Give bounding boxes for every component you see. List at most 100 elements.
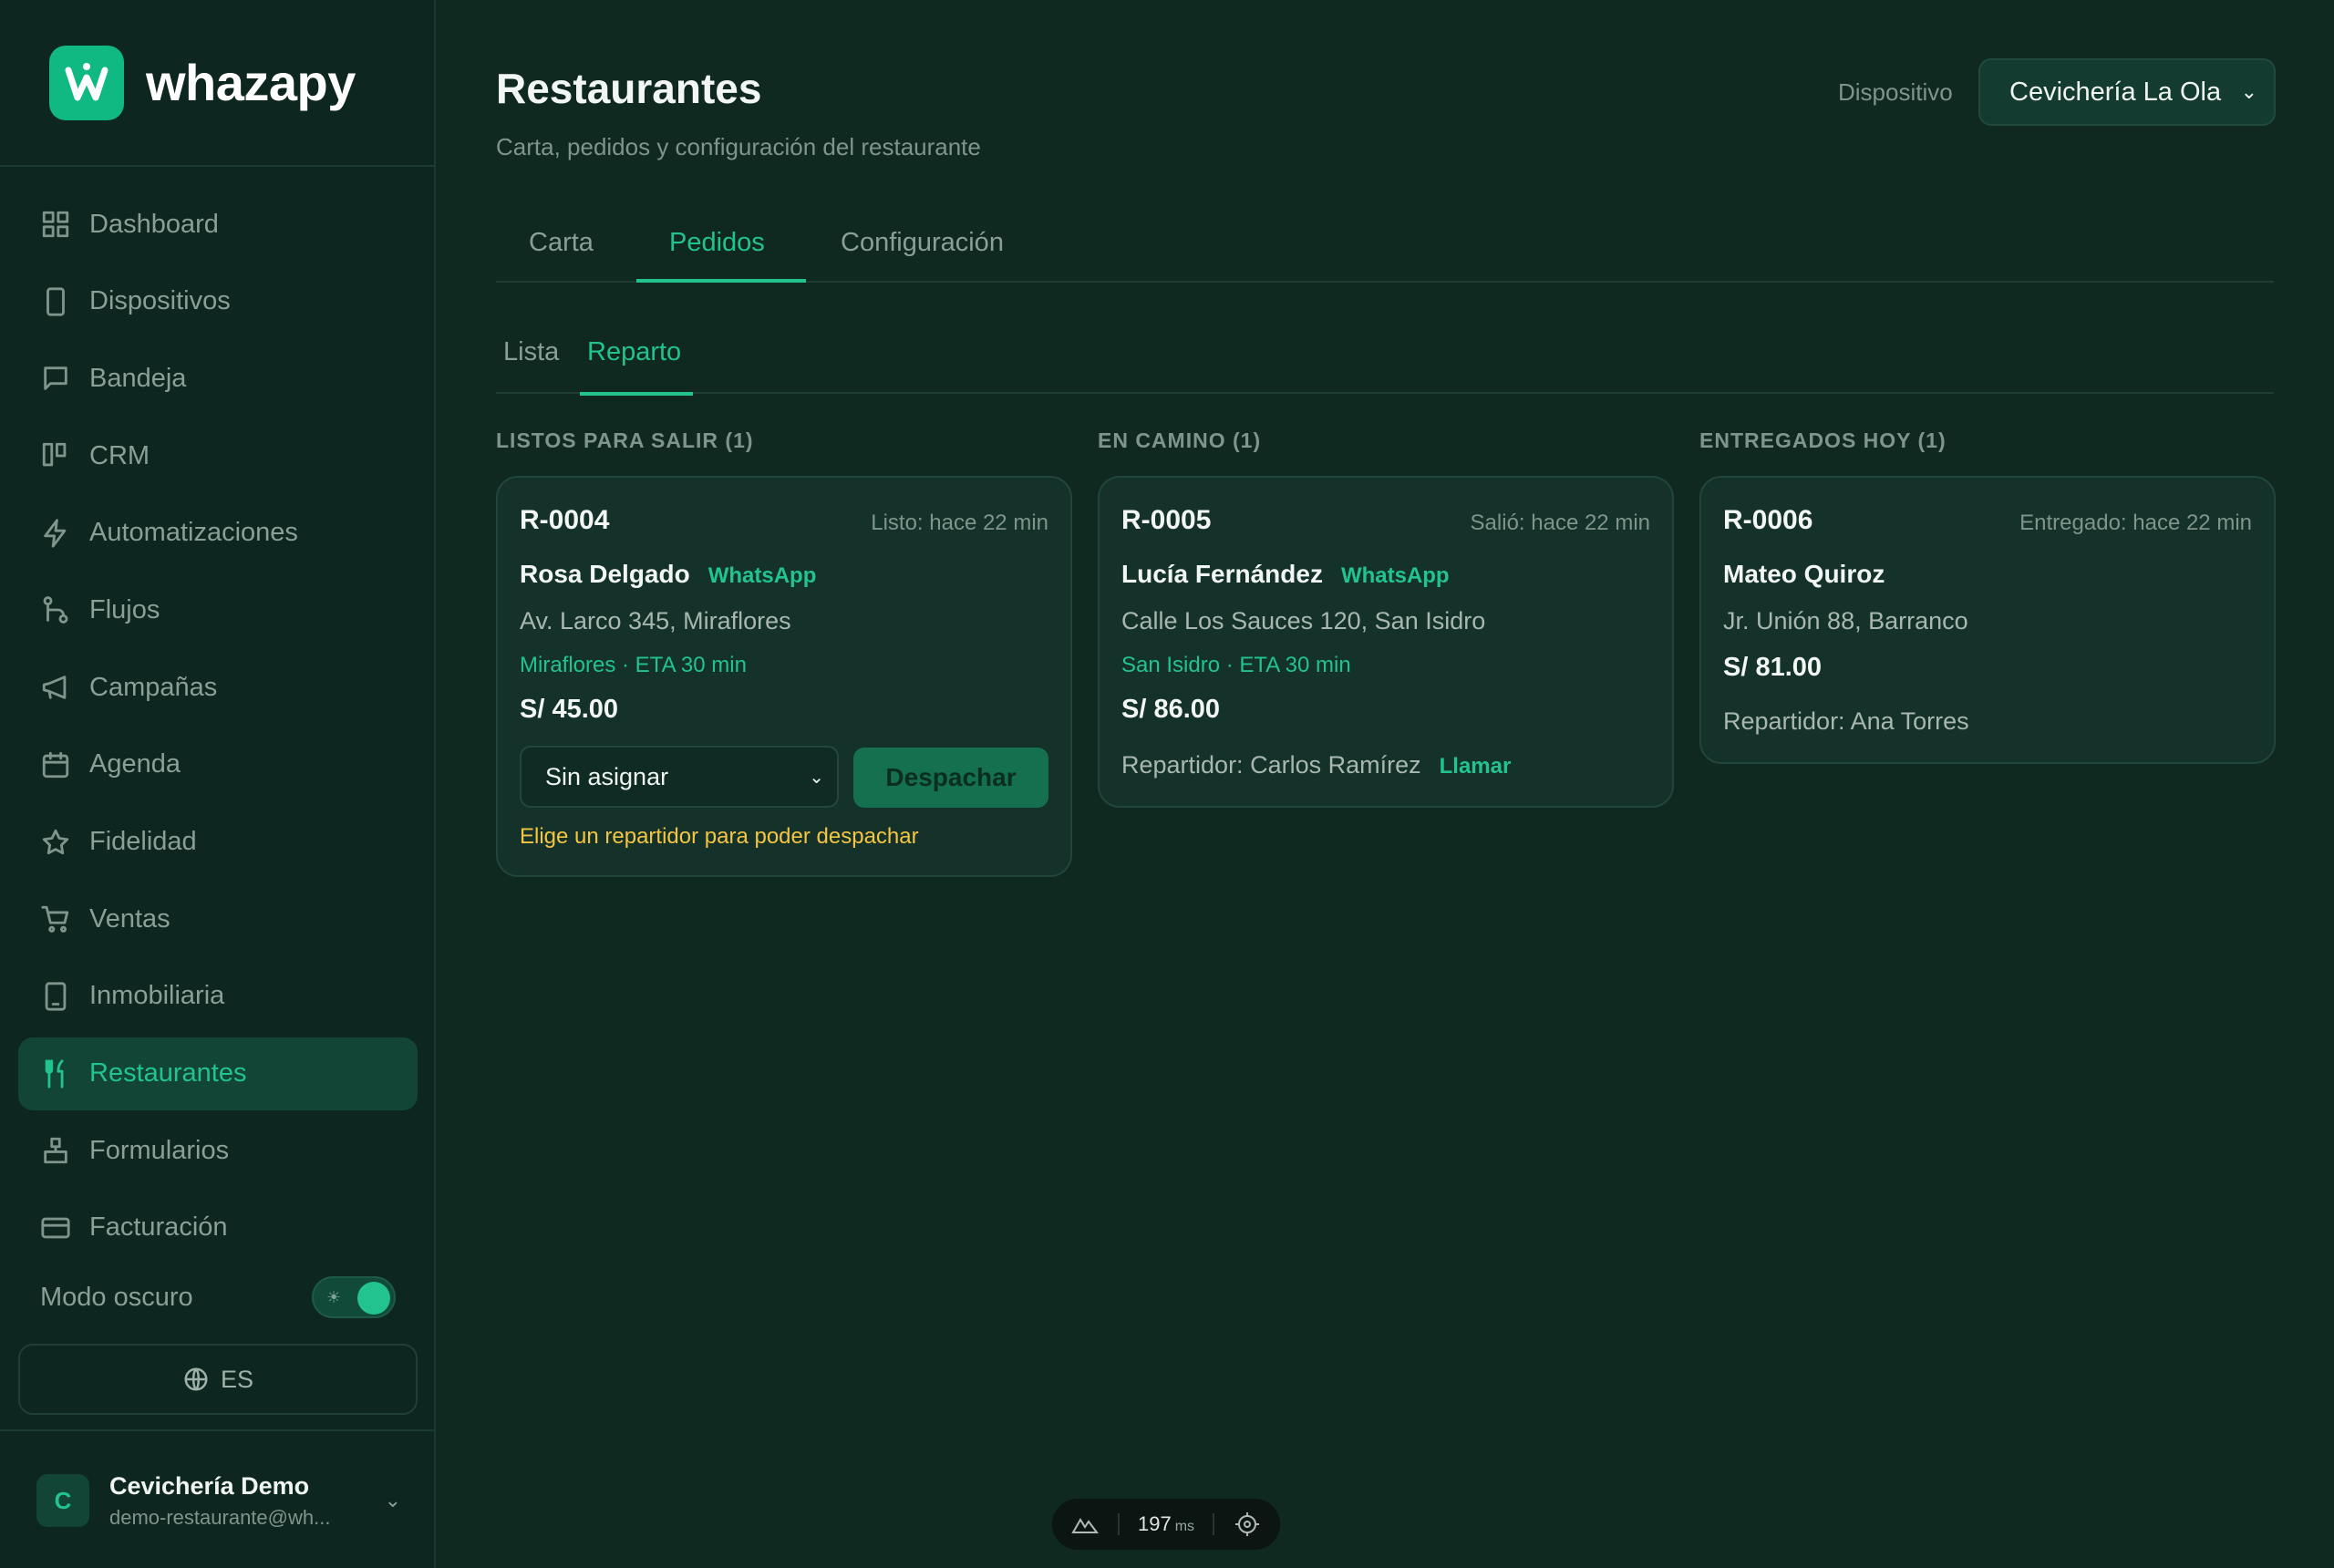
building-icon xyxy=(45,982,67,1011)
sidebar-item-inmobiliaria[interactable]: Inmobiliaria xyxy=(18,960,418,1033)
sidebar-item-formularios[interactable]: Formularios xyxy=(18,1114,418,1187)
order-card[interactable]: R-0005 Salió: hace 22 min Lucía Fernánde… xyxy=(1098,476,1674,808)
sidebar-item-label: Campañas xyxy=(89,672,218,702)
sidebar-item-dashboard[interactable]: Dashboard xyxy=(18,188,418,261)
language-button[interactable]: ES xyxy=(18,1344,418,1415)
sidebar-item-crm[interactable]: CRM xyxy=(18,419,418,492)
sidebar-item-agenda[interactable]: Agenda xyxy=(18,728,418,801)
active-subtab-indicator xyxy=(580,392,693,396)
sun-icon: ☀ xyxy=(326,1288,342,1306)
utensils-icon xyxy=(45,1058,64,1088)
order-total: S/ 81.00 xyxy=(1723,653,1823,682)
user-name: Cevichería Demo xyxy=(109,1471,310,1500)
tab-carta[interactable]: Carta xyxy=(529,228,594,258)
subtab-lista[interactable]: Lista xyxy=(503,337,559,367)
sidebar-item-label: Bandeja xyxy=(89,363,187,393)
customer-row: Lucía Fernández WhatsApp xyxy=(1121,560,1450,589)
devtools-bar[interactable]: 197 ms xyxy=(1052,1499,1280,1550)
sidebar-nav: Dashboard Dispositivos Bandeja CRM Autom… xyxy=(18,188,418,1269)
kanban-icon xyxy=(42,442,67,467)
order-card[interactable]: R-0006 Entregado: hace 22 min Mateo Quir… xyxy=(1699,476,2276,764)
globe-icon xyxy=(184,1367,208,1391)
star-icon xyxy=(42,829,69,854)
customer-name: Mateo Quiroz xyxy=(1723,560,1885,588)
render-time-value: 197 xyxy=(1137,1512,1172,1535)
whazapy-logo-icon xyxy=(49,45,124,120)
chevron-down-icon: ⌄ xyxy=(809,768,824,788)
sidebar-item-label: Fidelidad xyxy=(89,827,197,856)
brand[interactable]: whazapy xyxy=(0,0,434,167)
sidebar-item-label: Facturación xyxy=(89,1212,228,1243)
user-email: demo-restaurante@wh... xyxy=(109,1505,331,1529)
grid-icon xyxy=(42,211,69,238)
order-address: Av. Larco 345, Miraflores xyxy=(520,607,791,634)
sidebar-item-label: Agenda xyxy=(89,749,181,779)
nuxt-icon[interactable] xyxy=(1070,1510,1100,1539)
order-address: Calle Los Sauces 120, San Isidro xyxy=(1121,607,1486,634)
sidebar-item-label: CRM xyxy=(89,440,150,470)
order-zone: Miraflores · ETA 30 min xyxy=(520,653,747,677)
call-link[interactable]: Llamar xyxy=(1440,754,1512,779)
sidebar-item-automatizaciones[interactable]: Automatizaciones xyxy=(18,497,418,570)
sub-tabs: Lista Reparto xyxy=(496,325,2274,396)
megaphone-icon xyxy=(42,676,67,699)
calendar-icon xyxy=(42,751,69,778)
channel-badge: WhatsApp xyxy=(1340,563,1450,588)
divider xyxy=(0,1429,436,1431)
sidebar-item-label: Flujos xyxy=(89,594,160,624)
sidebar-item-flujos[interactable]: Flujos xyxy=(18,573,418,646)
user-info: Cevichería Demo demo-restaurante@wh... xyxy=(109,1472,385,1530)
sidebar-item-label: Formularios xyxy=(89,1135,230,1165)
order-total: S/ 45.00 xyxy=(520,695,619,724)
dispatch-warning: Elige un repartidor para poder despachar xyxy=(520,824,919,849)
customer-row: Rosa Delgado WhatsApp xyxy=(520,560,816,589)
device-select[interactable]: Cevichería La Ola ⌄ xyxy=(1978,58,2276,126)
sidebar: whazapy Dashboard Dispositivos Bandeja C… xyxy=(0,0,436,1568)
brand-name: whazapy xyxy=(146,54,356,111)
order-total: S/ 86.00 xyxy=(1121,695,1221,724)
order-id: R-0005 xyxy=(1121,505,1212,535)
sidebar-item-facturacion[interactable]: Facturación xyxy=(18,1191,418,1264)
sidebar-item-fidelidad[interactable]: Fidelidad xyxy=(18,806,418,879)
dark-mode-toggle[interactable]: ☀ xyxy=(312,1276,396,1318)
credit-card-icon xyxy=(41,1217,70,1239)
toggle-knob xyxy=(357,1282,390,1315)
sidebar-item-label: Dispositivos xyxy=(89,286,231,316)
customer-row: Mateo Quiroz xyxy=(1723,560,1885,589)
flow-icon xyxy=(43,596,68,624)
tab-pedidos[interactable]: Pedidos xyxy=(669,228,765,258)
sidebar-item-label: Restaurantes xyxy=(89,1058,247,1088)
lightning-icon xyxy=(44,519,67,548)
sidebar-item-ventas[interactable]: Ventas xyxy=(18,882,418,955)
phone-icon xyxy=(46,287,65,316)
order-address: Jr. Unión 88, Barranco xyxy=(1723,607,1968,634)
divider xyxy=(1117,1513,1120,1535)
subtab-reparto[interactable]: Reparto xyxy=(587,337,681,367)
chevron-down-icon[interactable]: ⌄ xyxy=(385,1489,401,1512)
sidebar-item-campanas[interactable]: Campañas xyxy=(18,651,418,724)
render-time-unit: ms xyxy=(1174,1519,1195,1534)
order-time: Entregado: hace 22 min xyxy=(2019,511,2252,535)
courier-select[interactable]: Sin asignar ⌄ xyxy=(520,746,839,808)
page-title: Restaurantes xyxy=(496,65,762,112)
form-icon xyxy=(44,1138,67,1164)
page-subtitle: Carta, pedidos y configuración del resta… xyxy=(496,133,981,160)
sidebar-item-label: Ventas xyxy=(89,903,170,934)
crosshair-icon[interactable] xyxy=(1233,1510,1262,1539)
avatar: C xyxy=(36,1474,89,1527)
divider xyxy=(1213,1513,1214,1535)
order-card[interactable]: R-0004 Listo: hace 22 min Rosa Delgado Wh… xyxy=(496,476,1072,877)
chevron-down-icon: ⌄ xyxy=(2240,80,2257,103)
user-menu[interactable]: C Cevichería Demo demo-restaurante@wh...… xyxy=(36,1470,401,1532)
tab-configuracion[interactable]: Configuración xyxy=(841,228,1004,258)
active-tab-indicator xyxy=(636,279,806,283)
dark-mode-row: Modo oscuro ☀ xyxy=(40,1274,396,1320)
sidebar-item-restaurantes[interactable]: Restaurantes xyxy=(18,1037,418,1110)
courier-name: Repartidor: Ana Torres xyxy=(1723,707,1969,735)
order-time: Listo: hace 22 min xyxy=(871,511,1048,535)
column-title-on-way: EN CAMINO (1) xyxy=(1098,428,1262,452)
dispatch-button[interactable]: Despachar xyxy=(853,748,1048,808)
sidebar-item-bandeja[interactable]: Bandeja xyxy=(18,342,418,415)
device-label: Dispositivo xyxy=(1838,78,1953,106)
sidebar-item-dispositivos[interactable]: Dispositivos xyxy=(18,265,418,338)
